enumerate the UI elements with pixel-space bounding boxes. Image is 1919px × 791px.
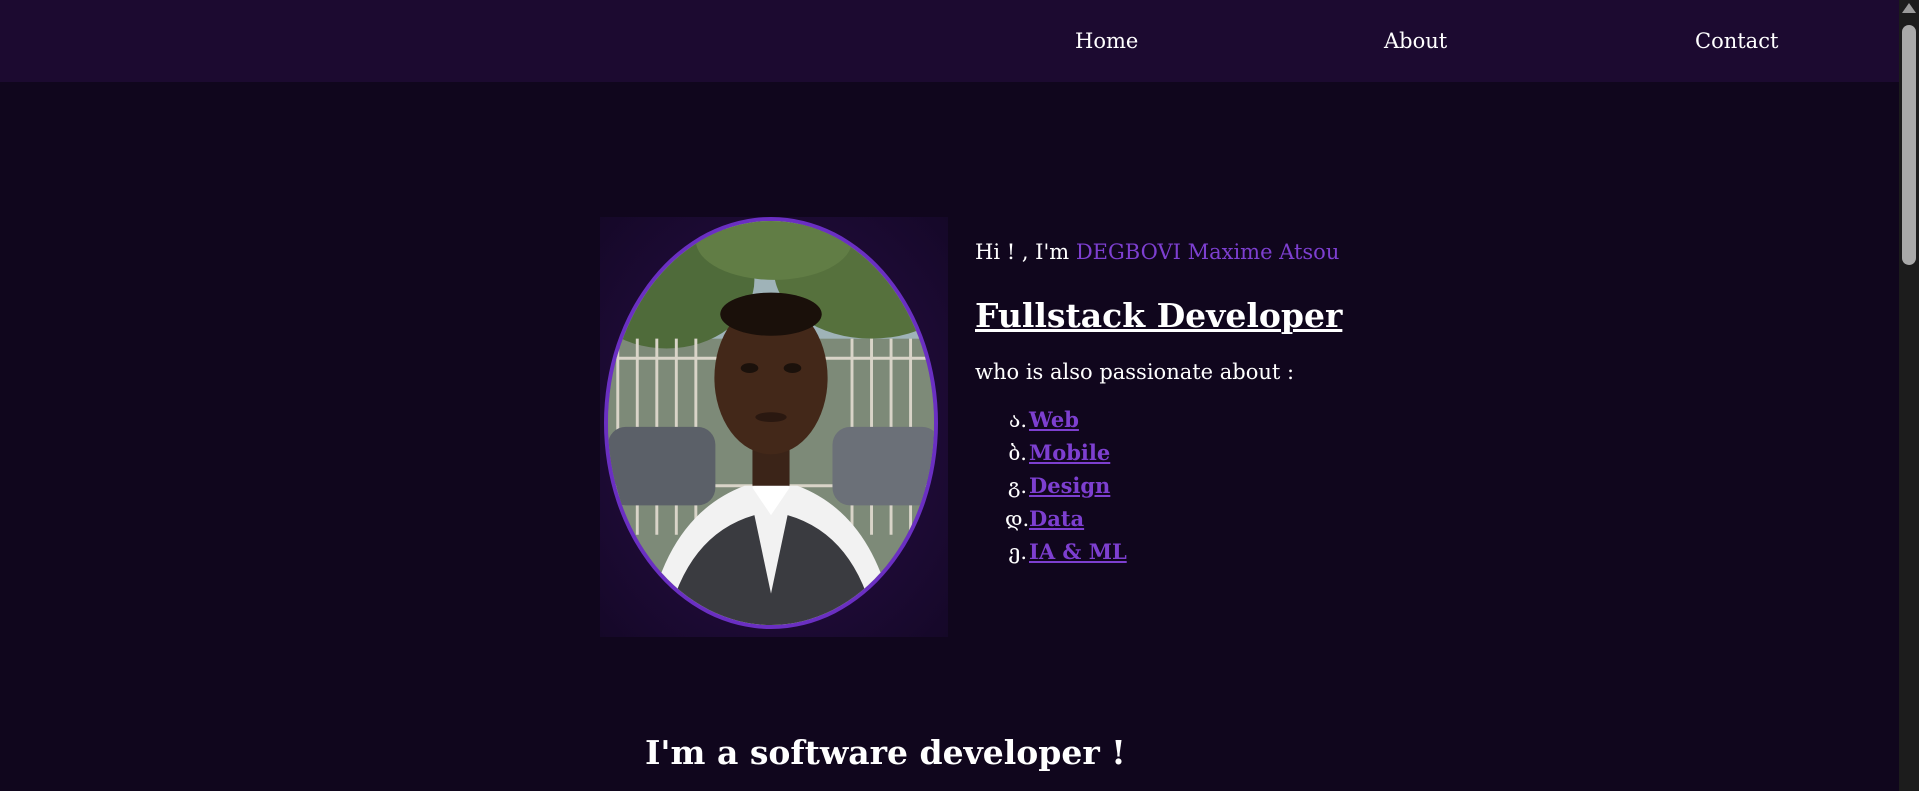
list-marker: გ. xyxy=(1007,474,1027,498)
section-subtitle: I'm a software developer ! xyxy=(645,733,1126,772)
profile-photo-image xyxy=(608,221,934,625)
nav-link-contact[interactable]: Contact xyxy=(1695,27,1778,55)
list-item: ე. IA & ML xyxy=(975,538,1675,571)
list-item: დ. Data xyxy=(975,505,1675,538)
intro-section: Hi ! , I'm DEGBOVI Maxime Atsou Fullstac… xyxy=(975,238,1675,571)
greeting-prefix: Hi ! , I'm xyxy=(975,240,1076,264)
developer-name: DEGBOVI Maxime Atsou xyxy=(1075,240,1340,264)
scroll-up-arrow-icon[interactable] xyxy=(1902,3,1916,13)
greeting: Hi ! , I'm DEGBOVI Maxime Atsou xyxy=(975,238,1675,266)
navbar: Home About Contact xyxy=(0,0,1899,82)
list-marker: ბ. xyxy=(1008,441,1027,465)
list-marker: ა. xyxy=(1008,408,1027,432)
skill-link-mobile[interactable]: Mobile xyxy=(1029,439,1110,467)
list-marker: დ. xyxy=(1005,507,1030,531)
skill-link-data[interactable]: Data xyxy=(1029,505,1084,533)
skill-link-design[interactable]: Design xyxy=(1029,472,1110,500)
passion-text: who is also passionate about : xyxy=(975,360,1295,384)
page: Home About Contact Hi ! , I'm DEGBOVI Ma… xyxy=(0,0,1899,791)
profile-photo-frame xyxy=(600,217,948,637)
skill-link-ia-ml[interactable]: IA & ML xyxy=(1029,538,1127,566)
skills-list: ა. Web ბ. Mobile გ. Design დ. Data ე. IA… xyxy=(975,406,1675,571)
list-item: ა. Web xyxy=(975,406,1675,439)
list-item: გ. Design xyxy=(975,472,1675,505)
role-title: Fullstack Developer xyxy=(975,296,1343,335)
list-marker: ე. xyxy=(1008,540,1027,564)
nav-link-about[interactable]: About xyxy=(1384,27,1447,55)
skill-link-web[interactable]: Web xyxy=(1029,406,1079,434)
profile-photo xyxy=(604,217,938,629)
list-item: ბ. Mobile xyxy=(975,439,1675,472)
vertical-scrollbar[interactable] xyxy=(1899,0,1919,791)
scrollbar-thumb[interactable] xyxy=(1902,25,1916,265)
nav-link-home[interactable]: Home xyxy=(1075,27,1138,55)
